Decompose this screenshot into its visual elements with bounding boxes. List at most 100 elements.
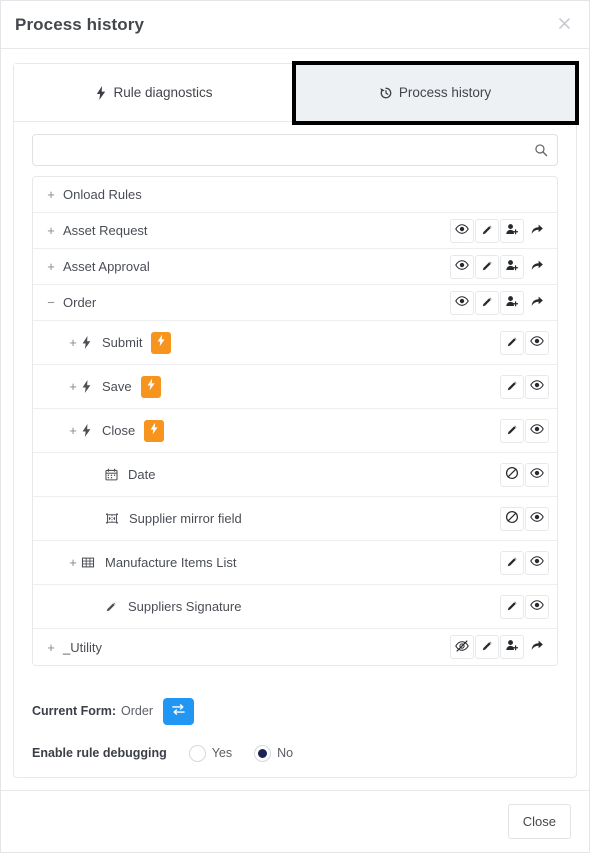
pencil-button[interactable] — [475, 290, 499, 315]
pencil-button[interactable] — [475, 254, 499, 279]
eye-icon — [455, 222, 469, 239]
person-add-button[interactable] — [500, 254, 524, 279]
eye-button[interactable] — [525, 594, 549, 619]
radio-yes-control[interactable] — [188, 744, 206, 762]
current-form-value: Order — [121, 704, 153, 718]
no-entry-button[interactable] — [500, 506, 524, 531]
table-row[interactable]: Date — [33, 453, 557, 497]
pencil-icon — [481, 223, 494, 239]
tab-rule-diagnostics-label: Rule diagnostics — [113, 85, 213, 100]
no-entry-button[interactable] — [500, 462, 524, 487]
radio-no-control[interactable] — [254, 744, 272, 762]
forward-arrow-button[interactable] — [525, 218, 549, 243]
eye-slash-button[interactable] — [450, 635, 474, 659]
eye-button[interactable] — [525, 374, 549, 399]
table-row[interactable]: + Submit — [33, 321, 557, 365]
pencil-icon — [506, 335, 519, 351]
table-row-label: Save — [102, 379, 132, 394]
swap-form-button[interactable] — [162, 697, 194, 725]
expand-toggle-icon[interactable]: + — [65, 336, 81, 349]
table-row[interactable]: + Asset Request — [33, 213, 557, 249]
close-icon[interactable] — [553, 12, 575, 34]
close-button[interactable]: Close — [507, 804, 571, 839]
pencil-button[interactable] — [500, 374, 524, 399]
forward-arrow-button[interactable] — [525, 254, 549, 279]
eye-button[interactable] — [525, 550, 549, 575]
person-add-icon — [505, 295, 519, 311]
search-input[interactable] — [33, 135, 557, 165]
pencil-button[interactable] — [500, 550, 524, 575]
radio-yes-label: Yes — [211, 746, 233, 760]
table-row[interactable]: + Onload Rules — [33, 177, 557, 213]
pencil-button[interactable] — [500, 330, 524, 355]
collapse-toggle-icon[interactable]: − — [43, 296, 59, 309]
lightning-bolt-icon — [81, 424, 92, 437]
expand-toggle-icon[interactable]: + — [43, 188, 59, 201]
forward-arrow-icon — [530, 295, 544, 311]
rule-badge[interactable] — [140, 375, 161, 398]
table-row-label: _Utility — [63, 639, 103, 655]
row-actions — [450, 218, 549, 243]
expand-toggle-icon[interactable]: + — [65, 556, 81, 569]
table-row-label: Manufacture Items List — [105, 555, 237, 570]
rule-badge[interactable] — [144, 419, 165, 442]
eye-icon — [530, 378, 544, 395]
table-row[interactable]: + Manufacture Items List — [33, 541, 557, 585]
search-area — [14, 122, 576, 176]
radio-no[interactable]: No — [254, 744, 293, 762]
lightning-bolt-icon — [81, 336, 92, 349]
expand-toggle-icon[interactable]: + — [65, 380, 81, 393]
pencil-button[interactable] — [475, 635, 499, 659]
pencil-icon — [506, 555, 519, 571]
eye-button[interactable] — [450, 254, 474, 279]
current-form-label: Current Form: — [32, 704, 117, 718]
person-add-button[interactable] — [500, 218, 524, 243]
lightning-bolt-icon — [156, 334, 166, 352]
table-grid-icon — [81, 556, 95, 569]
eye-button[interactable] — [450, 290, 474, 315]
table-row-label: Asset Request — [63, 223, 148, 238]
expand-toggle-icon[interactable]: + — [65, 424, 81, 437]
pencil-icon — [481, 259, 494, 275]
eye-icon — [530, 466, 544, 483]
forward-arrow-button[interactable] — [525, 290, 549, 315]
pencil-icon — [506, 379, 519, 395]
panel: Rule diagnostics Process history + Onloa… — [13, 61, 579, 778]
table-row-label: Onload Rules — [63, 187, 142, 202]
radio-yes[interactable]: Yes — [188, 744, 233, 762]
table-row[interactable]: + Save — [33, 365, 557, 409]
forward-arrow-icon — [530, 639, 544, 655]
rules-tree: + Onload Rules + Asset Request + Asset Approv… — [32, 176, 558, 666]
expand-toggle-icon[interactable]: + — [43, 224, 59, 237]
forward-arrow-icon — [530, 223, 544, 239]
pencil-button[interactable] — [500, 418, 524, 443]
page-title: Process history — [15, 14, 145, 34]
table-row[interactable]: + _Utility — [33, 629, 557, 665]
person-add-button[interactable] — [500, 290, 524, 315]
row-actions — [500, 550, 549, 575]
tab-rule-diagnostics[interactable]: Rule diagnostics — [14, 64, 295, 122]
eye-button[interactable] — [450, 218, 474, 243]
swap-arrows-icon — [171, 702, 186, 720]
pencil-icon — [506, 423, 519, 439]
search-icon[interactable] — [534, 143, 548, 157]
pencil-button[interactable] — [475, 218, 499, 243]
table-row[interactable]: + Asset Approval — [33, 249, 557, 285]
table-row[interactable]: Supplier mirror field — [33, 497, 557, 541]
expand-toggle-icon[interactable]: + — [43, 260, 59, 273]
table-row[interactable]: Suppliers Signature — [33, 585, 557, 629]
expand-toggle-icon[interactable]: + — [43, 641, 59, 654]
table-row[interactable]: + Close — [33, 409, 557, 453]
forward-arrow-button[interactable] — [525, 635, 549, 659]
eye-button[interactable] — [525, 330, 549, 355]
eye-button[interactable] — [525, 418, 549, 443]
tab-process-history[interactable]: Process history — [292, 61, 579, 125]
eye-button[interactable] — [525, 462, 549, 487]
eye-icon — [455, 294, 469, 311]
pencil-button[interactable] — [500, 594, 524, 619]
eye-button[interactable] — [525, 506, 549, 531]
table-row[interactable]: − Order — [33, 285, 557, 321]
rule-badge[interactable] — [151, 331, 172, 354]
controls-area: Current Form: Order Enable rule debuggin… — [14, 666, 576, 770]
person-add-button[interactable] — [500, 635, 524, 659]
